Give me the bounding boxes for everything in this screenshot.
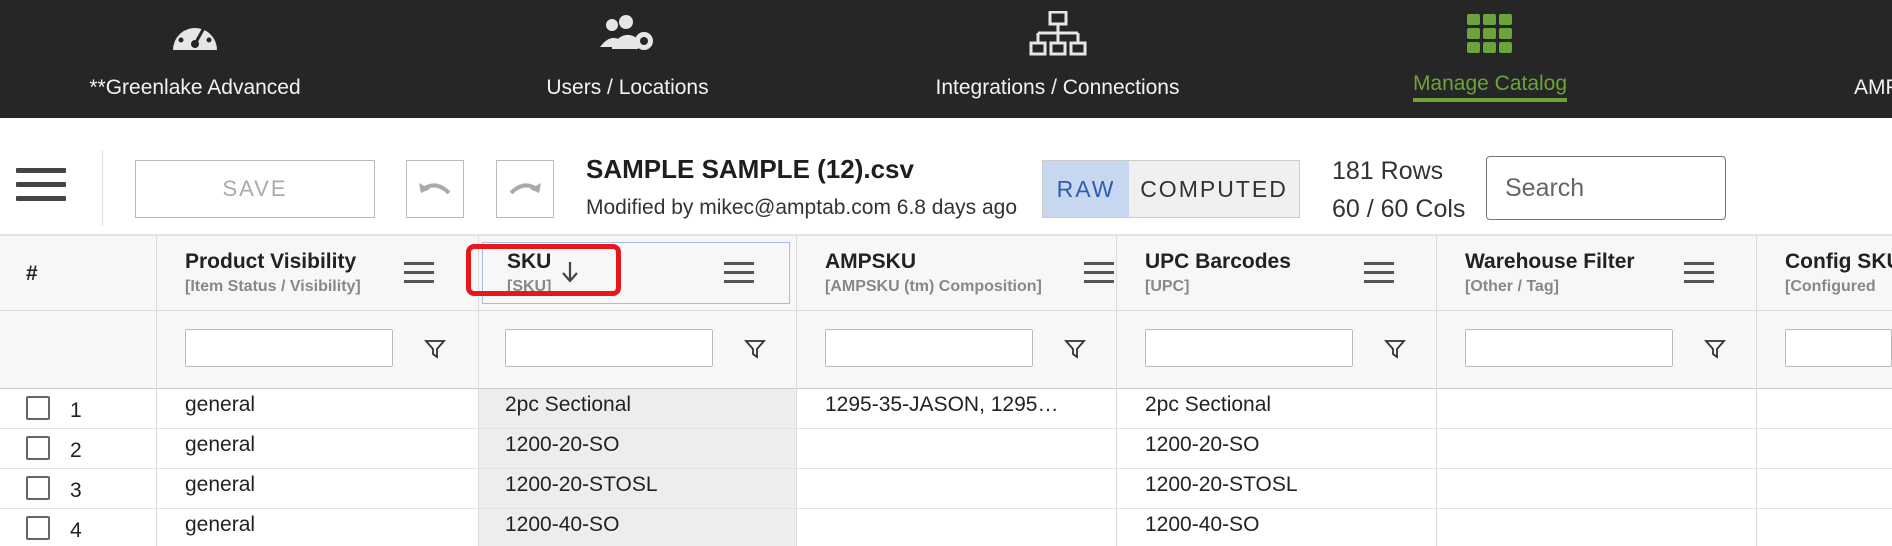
filter-input-upc-barcodes[interactable] bbox=[1145, 329, 1353, 367]
column-subtitle: [Item Status / Visibility] bbox=[185, 278, 361, 295]
divider bbox=[102, 150, 103, 226]
row-checkbox[interactable] bbox=[26, 436, 50, 460]
filter-input-ampsku[interactable] bbox=[825, 329, 1033, 367]
cell-sku[interactable]: 2pc Sectional bbox=[505, 393, 631, 417]
filter-funnel-icon[interactable] bbox=[1384, 338, 1406, 360]
users-gear-icon bbox=[598, 12, 658, 56]
file-title: SAMPLE SAMPLE (12).csv bbox=[586, 154, 914, 184]
dashboard-gauge-icon bbox=[165, 12, 225, 56]
data-grid: # Product Visibility [Item Status / Visi… bbox=[0, 236, 1892, 546]
row-number: 3 bbox=[70, 479, 82, 502]
toolbar: SAVE SAMPLE SAMPLE (12).csv Modified by … bbox=[0, 118, 1892, 236]
cell-sku[interactable]: 1200-40-SO bbox=[505, 513, 619, 537]
filter-funnel-icon[interactable] bbox=[744, 338, 766, 360]
nav-item-users-locations[interactable]: Users / Locations bbox=[500, 0, 755, 118]
nav-item-integrations-connections[interactable]: Integrations / Connections bbox=[920, 0, 1195, 118]
cell-product-visibility[interactable]: general bbox=[185, 433, 255, 457]
filter-input-config-sku[interactable] bbox=[1785, 329, 1892, 367]
cell-upc-barcodes[interactable]: 1200-20-STOSL bbox=[1145, 473, 1298, 497]
search-input[interactable] bbox=[1486, 156, 1726, 220]
nav-label: **Greenlake Advanced bbox=[89, 76, 301, 99]
filter-input-sku[interactable] bbox=[505, 329, 713, 367]
row-count: 181 Rows bbox=[1332, 157, 1444, 185]
row-checkbox[interactable] bbox=[26, 476, 50, 500]
column-menu-icon[interactable] bbox=[1684, 262, 1714, 284]
cell-product-visibility[interactable]: general bbox=[185, 513, 255, 537]
sort-indicator-highlight-box bbox=[466, 244, 621, 296]
column-name: Config SKU bbox=[1785, 250, 1892, 273]
filter-funnel-icon[interactable] bbox=[424, 338, 446, 360]
nav-item-greenlake-advanced[interactable]: **Greenlake Advanced bbox=[60, 0, 330, 118]
cell-sku[interactable]: 1200-20-STOSL bbox=[505, 473, 658, 497]
filter-input-warehouse-filter[interactable] bbox=[1465, 329, 1673, 367]
row-checkbox[interactable] bbox=[26, 396, 50, 420]
column-name: UPC Barcodes bbox=[1145, 250, 1291, 273]
top-navigation-bar: **Greenlake Advanced Users / Locations I… bbox=[0, 0, 1892, 118]
table-row[interactable]: 4 general 1200-40-SO 1200-40-SO bbox=[0, 509, 1892, 546]
column-menu-icon[interactable] bbox=[404, 262, 434, 284]
grid-apps-icon bbox=[1460, 12, 1520, 56]
redo-button[interactable] bbox=[496, 160, 554, 218]
hamburger-menu-icon[interactable] bbox=[16, 168, 66, 204]
computed-toggle-button[interactable]: COMPUTED bbox=[1129, 161, 1299, 217]
raw-toggle-button[interactable]: RAW bbox=[1043, 161, 1129, 217]
nav-icon-placeholder bbox=[1854, 12, 1892, 56]
row-col-counts: 181 Rows 60 / 60 Cols bbox=[1332, 152, 1465, 228]
column-name: AMPSKU bbox=[825, 250, 917, 273]
column-subtitle: [Configured bbox=[1785, 278, 1876, 295]
column-subtitle: [AMPSKU (tm) Composition] bbox=[825, 278, 1042, 295]
filter-funnel-icon[interactable] bbox=[1064, 338, 1086, 360]
column-header-ampsku[interactable]: AMPSKU [AMPSKU (tm) Composition] bbox=[796, 236, 1116, 311]
column-header-product-visibility[interactable]: Product Visibility [Item Status / Visibi… bbox=[156, 236, 478, 311]
filter-funnel-icon[interactable] bbox=[1704, 338, 1726, 360]
column-header-warehouse-filter[interactable]: Warehouse Filter [Other / Tag] bbox=[1436, 236, 1756, 311]
row-number: 2 bbox=[70, 439, 82, 462]
col-count: 60 / 60 Cols bbox=[1332, 195, 1466, 223]
nav-item-amp[interactable]: AMP bbox=[1854, 0, 1892, 118]
column-menu-icon[interactable] bbox=[1084, 262, 1114, 284]
cell-ampsku[interactable]: 1295-35-JASON, 1295… bbox=[825, 393, 1085, 417]
filter-input-product-visibility[interactable] bbox=[185, 329, 393, 367]
nav-label: Manage Catalog bbox=[1412, 72, 1568, 102]
nav-item-manage-catalog[interactable]: Manage Catalog bbox=[1400, 0, 1580, 118]
table-row[interactable]: 2 general 1200-20-SO 1200-20-SO bbox=[0, 429, 1892, 469]
column-menu-icon[interactable] bbox=[1364, 262, 1394, 284]
nav-label: AMP bbox=[1854, 76, 1892, 99]
file-modified-info: Modified by mikec@amptab.com 6.8 days ag… bbox=[586, 196, 1018, 219]
column-name: Product Visibility bbox=[185, 250, 357, 273]
column-name: Warehouse Filter bbox=[1465, 250, 1635, 273]
row-number-header: # bbox=[26, 262, 38, 285]
table-row[interactable]: 3 general 1200-20-STOSL 1200-20-STOSL bbox=[0, 469, 1892, 509]
network-icon bbox=[1028, 11, 1088, 56]
undo-icon bbox=[419, 183, 451, 195]
cell-upc-barcodes[interactable]: 2pc Sectional bbox=[1145, 393, 1271, 417]
nav-label: Integrations / Connections bbox=[935, 76, 1180, 99]
cell-upc-barcodes[interactable]: 1200-40-SO bbox=[1145, 513, 1259, 537]
cell-product-visibility[interactable]: general bbox=[185, 393, 255, 417]
column-header-upc-barcodes[interactable]: UPC Barcodes [UPC] bbox=[1116, 236, 1436, 311]
row-number: 1 bbox=[70, 399, 82, 422]
column-subtitle: [Other / Tag] bbox=[1465, 278, 1559, 295]
row-number: 4 bbox=[70, 519, 82, 542]
cell-product-visibility[interactable]: general bbox=[185, 473, 255, 497]
save-button[interactable]: SAVE bbox=[135, 160, 375, 218]
nav-label: Users / Locations bbox=[546, 76, 709, 99]
row-checkbox[interactable] bbox=[26, 516, 50, 540]
column-header-config-sku[interactable]: Config SKU [Configured bbox=[1756, 236, 1892, 311]
cell-sku[interactable]: 1200-20-SO bbox=[505, 433, 619, 457]
column-subtitle: [UPC] bbox=[1145, 278, 1190, 295]
column-menu-icon[interactable] bbox=[724, 262, 754, 284]
table-row[interactable]: 1 general 2pc Sectional 1295-35-JASON, 1… bbox=[0, 389, 1892, 429]
cell-upc-barcodes[interactable]: 1200-20-SO bbox=[1145, 433, 1259, 457]
raw-computed-toggle: RAW COMPUTED bbox=[1042, 160, 1300, 218]
undo-button[interactable] bbox=[406, 160, 464, 218]
redo-icon bbox=[509, 183, 541, 195]
